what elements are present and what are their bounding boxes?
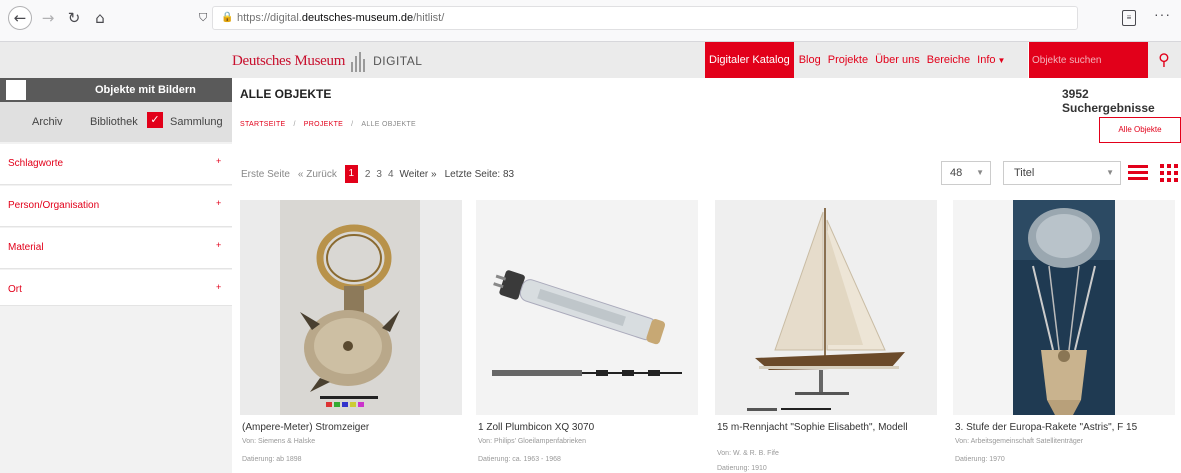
search-icon[interactable]: ⚲ [1152, 48, 1176, 72]
object-title[interactable]: (Ampere-Meter) Stromzeiger [242, 422, 458, 434]
site-header: Deutsches Museum DIGITAL Digitaler Katal… [0, 42, 1181, 78]
address-bar[interactable]: ⛉ 🔒 https://digital.deutsches-museum.de/… [199, 6, 1078, 30]
grid-view-icon[interactable] [1160, 164, 1178, 182]
object-card[interactable]: 3. Stufe der Europa-Rakete "Astris", F 1… [953, 200, 1175, 473]
pager-prev[interactable]: « Zurück [298, 169, 337, 180]
nav-info[interactable]: Info [977, 54, 995, 66]
browser-toolbar: ← → ↻ ⌂ ⛉ 🔒 https://digital.deutsches-mu… [0, 0, 1181, 42]
main-nav: Digitaler Katalog Blog Projekte Über uns… [705, 42, 1005, 78]
pager-page[interactable]: 4 [388, 169, 394, 180]
pager-first[interactable]: Erste Seite [241, 169, 290, 180]
logo-digital: DIGITAL [373, 54, 423, 68]
tracking-shield-icon[interactable]: ⛉ [199, 7, 207, 29]
list-view-icon[interactable] [1128, 164, 1148, 182]
facet-schlagworte[interactable]: Schlagworte + [0, 144, 232, 185]
nav-blog[interactable]: Blog [799, 54, 821, 66]
facet-material[interactable]: Material + [0, 228, 232, 269]
breadcrumb-startseite[interactable]: STARTSEITE [240, 121, 286, 128]
object-title[interactable]: 15 m-Rennjacht "Sophie Elisabeth", Model… [717, 422, 933, 434]
result-count: 3952 Suchergebnisse [1062, 87, 1155, 115]
pager-page[interactable]: 2 [365, 169, 371, 180]
object-image[interactable] [240, 200, 462, 415]
object-title[interactable]: 3. Stufe der Europa-Rakete "Astris", F 1… [955, 422, 1171, 434]
page-title: ALLE OBJEKTE [240, 87, 332, 101]
all-objects-button[interactable]: Alle Objekte [1099, 117, 1181, 143]
pager-last[interactable]: Letzte Seite: 83 [445, 169, 515, 180]
per-page-select[interactable]: 48 ▼ [941, 161, 991, 185]
site-logo[interactable]: Deutsches Museum DIGITAL [232, 48, 422, 74]
home-icon[interactable]: ⌂ [88, 6, 112, 30]
nav-ueber-uns[interactable]: Über uns [875, 54, 920, 66]
images-filter-label: Objekte mit Bildern [95, 84, 196, 96]
facet-ort[interactable]: Ort + [0, 270, 232, 306]
pager-current[interactable]: 1 [344, 165, 358, 183]
facet-person-organisation[interactable]: Person/Organisation + [0, 186, 232, 227]
nav-bereiche[interactable]: Bereiche [927, 54, 970, 66]
object-image[interactable] [715, 200, 937, 415]
lock-icon[interactable]: 🔒 [221, 7, 233, 29]
object-date: Datierung: ca. 1963 - 1968 [478, 456, 561, 463]
more-menu-icon[interactable]: ··· [1154, 6, 1171, 22]
collection-type-row: Archiv Bibliothek ✓ Sammlung [0, 102, 232, 142]
search-input[interactable] [1028, 42, 1150, 78]
nav-projekte[interactable]: Projekte [828, 54, 868, 66]
sort-select[interactable]: Titel ▼ [1003, 161, 1121, 185]
chevron-down-icon: ▼ [1106, 168, 1114, 177]
chevron-down-icon: ▼ [976, 168, 984, 177]
type-archiv[interactable]: Archiv [32, 116, 63, 128]
plus-icon: + [216, 282, 222, 292]
plus-icon: + [216, 240, 222, 250]
caret-down-icon[interactable]: ▼ [998, 56, 1006, 65]
breadcrumb-projekte[interactable]: PROJEKTE [304, 121, 343, 128]
object-creator: Von: Arbeitsgemeinschaft Satellitenträge… [955, 438, 1084, 445]
plus-icon: + [216, 156, 222, 166]
object-date: Datierung: 1970 [955, 456, 1005, 463]
logo-mark-icon [351, 50, 367, 72]
reload-icon[interactable]: ↻ [62, 6, 86, 30]
sidebar: Objekte mit Bildern Archiv Bibliothek ✓ … [0, 78, 232, 473]
forward-arrow-icon[interactable]: → [36, 6, 60, 30]
object-image[interactable] [476, 200, 698, 415]
object-card[interactable]: (Ampere-Meter) Stromzeiger Von: Siemens … [240, 200, 462, 473]
reader-view-icon[interactable]: ≡ [1122, 10, 1136, 26]
object-creator: Von: Philips' Gloeilampenfabrieken [478, 438, 586, 445]
pagination: Erste Seite « Zurück 1 2 3 4 Weiter » Le… [241, 164, 522, 184]
object-image[interactable] [953, 200, 1175, 415]
object-date: Datierung: ab 1898 [242, 456, 302, 463]
pager-next[interactable]: Weiter » [400, 169, 437, 180]
object-title[interactable]: 1 Zoll Plumbicon XQ 3070 [478, 422, 694, 434]
object-creator: Von: Siemens & Halske [242, 438, 316, 445]
url-text[interactable]: https://digital.deutsches-museum.de/hitl… [237, 7, 444, 29]
breadcrumb-current: ALLE OBJEKTE [361, 121, 416, 128]
type-bibliothek[interactable]: Bibliothek [90, 116, 138, 128]
object-date: Datierung: 1910 [717, 465, 767, 472]
checkmark-icon[interactable]: ✓ [147, 112, 163, 128]
nav-digitaler-katalog[interactable]: Digitaler Katalog [705, 42, 794, 78]
images-filter-toggle[interactable]: Objekte mit Bildern [0, 78, 232, 102]
logo-wordmark: Deutsches Museum [232, 52, 346, 69]
back-arrow-icon[interactable]: ← [8, 6, 32, 30]
images-filter-checkbox[interactable] [6, 80, 26, 100]
plus-icon: + [216, 198, 222, 208]
object-card[interactable]: 1 Zoll Plumbicon XQ 3070 Von: Philips' G… [476, 200, 698, 473]
breadcrumb: STARTSEITE / PROJEKTE / ALLE OBJEKTE [240, 121, 416, 128]
object-creator: Von: W. & R. B. Fife [717, 450, 779, 457]
object-card[interactable]: 15 m-Rennjacht "Sophie Elisabeth", Model… [715, 200, 937, 473]
pager-page[interactable]: 3 [376, 169, 382, 180]
type-sammlung[interactable]: Sammlung [170, 116, 223, 128]
